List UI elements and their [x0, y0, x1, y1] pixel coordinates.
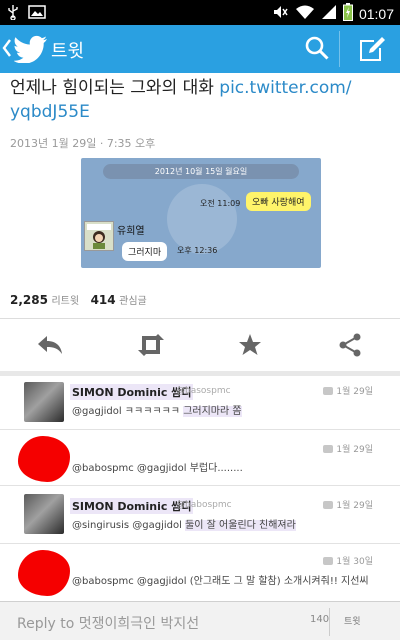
chat-time-1: 오전 11:09 [200, 199, 241, 208]
tweet-link-continued[interactable]: yqbdJ55E [10, 102, 90, 122]
reply-text: @babospmc @gagjidol 부럽다........ [72, 463, 243, 474]
reply-author-handle: @basospmc [176, 386, 231, 396]
reply-icon[interactable] [36, 333, 64, 361]
reply-bubble-icon [323, 556, 334, 565]
chat-time-2: 오후 12:36 [177, 246, 218, 255]
compose-icon[interactable] [357, 34, 387, 68]
silent-icon [271, 4, 289, 24]
share-icon[interactable] [338, 333, 362, 361]
reply-author-name[interactable]: SIMON Dominic 쌈디 [70, 498, 194, 514]
chat-nickname: 유희열 [117, 226, 145, 237]
reply-bubble-icon [323, 386, 334, 395]
usb-icon [6, 4, 20, 24]
signal-icon [321, 4, 337, 24]
app-bar: 트윗 [0, 25, 400, 73]
tweet-stats: 2,285 리트윗 414 관심글 [10, 292, 155, 307]
clock: 01:07 [358, 6, 394, 22]
appbar-divider [339, 31, 340, 67]
search-icon[interactable] [304, 35, 330, 65]
tweet-link[interactable]: pic.twitter.com/ [219, 78, 351, 98]
reply-item[interactable]: 1월 29일 @babospmc @gagjidol 부럽다........ [0, 430, 400, 486]
reply-date: 1월 29일 [323, 498, 373, 511]
chat-date-pill: 2012년 10월 15일 월요일 [103, 164, 299, 179]
reply-bubble-icon [323, 500, 334, 509]
battery-icon [342, 3, 353, 25]
divider [329, 608, 330, 636]
retweet-label: 리트윗 [51, 296, 80, 307]
character-count: 140 [310, 614, 330, 625]
image-icon [28, 4, 46, 24]
reply-author-name[interactable]: SIMON Dominic 쌈디 [70, 384, 194, 400]
chat-bubble-incoming: 그러지마 [122, 242, 168, 261]
redacted-avatar [18, 550, 70, 596]
send-tweet-button[interactable]: 트윗 [344, 614, 361, 627]
chat-avatar [84, 221, 114, 251]
favorite-count[interactable]: 414 [91, 293, 116, 307]
favorite-label: 관심글 [119, 296, 147, 307]
retweet-icon[interactable] [136, 333, 166, 361]
reply-bubble-icon [323, 444, 334, 453]
redacted-avatar [18, 436, 70, 482]
reply-date: 1월 29일 [323, 384, 373, 397]
reply-item[interactable]: SIMON Dominic 쌈디 @babospmc 1월 29일 @singi… [0, 486, 400, 544]
tweet-text: 언제나 힘이되는 그와의 대화 pic.twitter.com/ yqbdJ55… [10, 76, 390, 124]
tweet-body-text: 언제나 힘이되는 그와의 대화 [10, 78, 220, 98]
reply-text: @gagjidol ㅋㅋㅋㅋㅋㅋ 그러지마라 쫌 [72, 406, 242, 417]
chat-bubble-outgoing: 오빠 사랑해여 [246, 192, 311, 211]
status-bar: 01:07 [0, 0, 400, 25]
reply-text: @singirusis @gagjidol 둘이 잘 어울린다 친해져라 [72, 520, 296, 531]
favorite-star-icon[interactable] [238, 333, 262, 361]
avatar[interactable] [24, 382, 64, 422]
twitter-bird-icon[interactable] [13, 35, 48, 67]
reply-date: 1월 29일 [323, 442, 373, 455]
reply-item[interactable]: 1월 30일 @babospmc @gagjidol (안그래도 그 말 할참)… [0, 544, 400, 601]
screen-title: 트윗 [51, 41, 85, 62]
reply-compose-bar: Reply to 멋쟁이희극인 박지선 140 트윗 [0, 601, 400, 640]
reply-text: @babospmc @gagjidol (안그래도 그 말 할참) 소개시켜줘!… [72, 576, 369, 587]
retweet-count[interactable]: 2,285 [10, 293, 48, 307]
reply-input[interactable]: Reply to 멋쟁이희극인 박지선 [17, 613, 199, 633]
tweet-timestamp: 2013년 1월 29일 · 7:35 오후 [10, 137, 156, 150]
chat-background-logo [167, 184, 237, 254]
wifi-icon [295, 4, 315, 24]
reply-author-handle: @babospmc [176, 500, 232, 510]
back-chevron-icon[interactable] [2, 37, 12, 63]
reply-item[interactable]: SIMON Dominic 쌈디 @basospmc 1월 29일 @gagji… [0, 376, 400, 430]
tweet-image[interactable]: 2012년 10월 15일 월요일 오전 11:09 오빠 사랑해여 유희열 그… [81, 158, 321, 268]
avatar[interactable] [24, 494, 64, 534]
tweet-action-bar [0, 319, 400, 371]
reply-date: 1월 30일 [323, 554, 373, 567]
